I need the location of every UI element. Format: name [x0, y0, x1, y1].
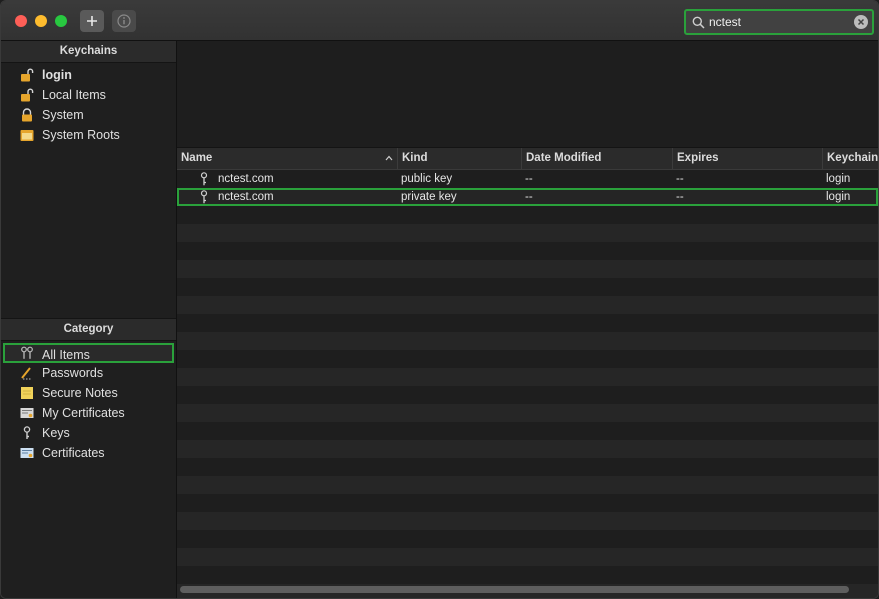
empty-row [177, 422, 878, 440]
close-window-button[interactable] [15, 15, 27, 27]
horizontal-scrollbar[interactable] [177, 584, 878, 594]
scrollbar-thumb[interactable] [180, 586, 849, 593]
key-icon [200, 172, 208, 186]
keychain-item-system[interactable]: System [1, 105, 176, 125]
empty-row [177, 224, 878, 242]
column-header-name[interactable]: Name [177, 148, 398, 169]
lock-icon [22, 108, 32, 122]
info-icon [117, 14, 131, 28]
category-item-my-certificates[interactable]: My Certificates [1, 403, 176, 423]
empty-row [177, 386, 878, 404]
empty-row [177, 404, 878, 422]
column-header-expires[interactable]: Expires [673, 148, 823, 169]
pencil-icon [21, 367, 32, 380]
item-preview-area [177, 41, 878, 147]
category-item-label: My Certificates [42, 406, 125, 420]
toolbar [1, 1, 878, 41]
note-icon [21, 387, 33, 399]
empty-row [177, 440, 878, 458]
cell-date-modified: -- [525, 191, 533, 203]
certificate-icon [20, 448, 34, 458]
search-input[interactable] [709, 15, 849, 29]
empty-row [177, 458, 878, 476]
keys-icon [21, 346, 33, 359]
category-item-certificates[interactable]: Certificates [1, 443, 176, 463]
empty-row [177, 512, 878, 530]
lock-open-icon [21, 88, 34, 102]
category-item-label: Secure Notes [42, 386, 118, 400]
category-item-secure-notes[interactable]: Secure Notes [1, 383, 176, 403]
keychain-item-label: System [42, 108, 84, 122]
cell-date-modified: -- [525, 173, 533, 185]
minimize-window-button[interactable] [35, 15, 47, 27]
key-icon [23, 426, 31, 439]
keychain-item-label: Local Items [42, 88, 106, 102]
empty-row [177, 260, 878, 278]
empty-row [177, 350, 878, 368]
search-field[interactable] [684, 9, 874, 35]
empty-row [177, 476, 878, 494]
empty-row [177, 530, 878, 548]
keychain-item-system-roots[interactable]: System Roots [1, 125, 176, 145]
category-item-label: Keys [42, 426, 70, 440]
column-header-label: Kind [402, 152, 428, 164]
cell-name: nctest.com [218, 173, 274, 185]
table-row-selected[interactable]: nctest.com private key -- -- login [177, 188, 878, 206]
column-header-label: Keychain [827, 152, 879, 164]
keychain-item-login[interactable]: login [1, 65, 176, 85]
column-header-label: Expires [677, 152, 719, 164]
empty-row [177, 368, 878, 386]
empty-row [177, 242, 878, 260]
empty-row [177, 566, 878, 584]
cell-name: nctest.com [218, 191, 274, 203]
empty-row [177, 206, 878, 224]
search-icon [692, 16, 705, 29]
cell-keychain: login [826, 173, 851, 185]
category-section: Category All Items Passwords Secure Note… [1, 318, 176, 463]
category-item-all-items[interactable]: All Items [3, 343, 174, 363]
empty-row [177, 278, 878, 296]
sidebar: Keychains login Local Items System Syste… [1, 41, 177, 598]
zoom-window-button[interactable] [55, 15, 67, 27]
keychain-item-label: login [42, 68, 72, 82]
column-header-label: Name [181, 152, 213, 164]
table-row[interactable]: nctest.com public key -- -- login [177, 170, 878, 188]
keychain-access-window: Keychains login Local Items System Syste… [0, 0, 879, 599]
keychain-item-local-items[interactable]: Local Items [1, 85, 176, 105]
column-header-label: Date Modified [526, 152, 602, 164]
category-item-label: Passwords [42, 366, 104, 380]
clear-search-icon[interactable] [854, 15, 868, 29]
cell-expires: -- [676, 191, 684, 203]
info-button[interactable] [112, 10, 136, 32]
cell-expires: -- [676, 173, 684, 185]
cell-kind: private key [401, 191, 457, 203]
category-item-label: All Items [42, 348, 90, 362]
column-header-date-modified[interactable]: Date Modified [522, 148, 673, 169]
empty-row [177, 548, 878, 566]
empty-row [177, 296, 878, 314]
key-icon [200, 190, 208, 204]
keychains-header: Keychains [1, 41, 176, 63]
items-table: nctest.com public key -- -- login nctest… [177, 170, 878, 598]
category-header: Category [1, 318, 176, 341]
certificate-icon [20, 408, 34, 418]
category-item-label: Certificates [42, 446, 105, 460]
column-header-kind[interactable]: Kind [398, 148, 522, 169]
main-panel: Name Kind Date Modified Expires Keychain… [177, 41, 878, 598]
category-item-passwords[interactable]: Passwords [1, 363, 176, 383]
folder-icon [20, 130, 34, 141]
empty-row [177, 332, 878, 350]
column-header-keychain[interactable]: Keychain [823, 148, 878, 169]
category-item-keys[interactable]: Keys [1, 423, 176, 443]
add-item-button[interactable] [80, 10, 104, 32]
cell-kind: public key [401, 173, 453, 185]
plus-icon [87, 16, 97, 26]
cell-keychain: login [826, 191, 851, 203]
lock-open-icon [21, 68, 34, 82]
keychain-item-label: System Roots [42, 128, 120, 142]
sort-ascending-icon [385, 155, 393, 161]
empty-row [177, 314, 878, 332]
empty-row [177, 494, 878, 512]
table-header: Name Kind Date Modified Expires Keychain [177, 147, 878, 170]
